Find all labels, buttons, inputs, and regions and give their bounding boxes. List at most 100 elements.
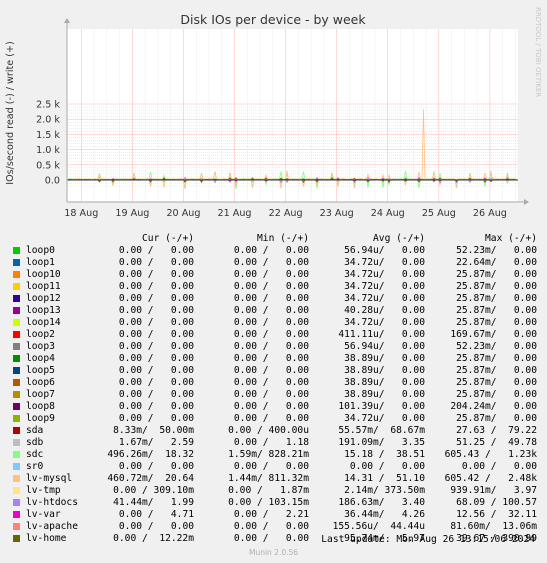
series-name: lv-mysql: [26, 473, 73, 484]
y-axis-label: IOs/second read (-) / write (+): [5, 41, 16, 185]
value-min: 0.00 / 0.00: [233, 257, 309, 268]
value-avg: 2.14m/ 373.50m: [344, 485, 425, 496]
series-name: loop12: [26, 293, 61, 304]
value-max: 25.87m/ 0.00: [456, 413, 537, 424]
col-header-cur: Cur (-/+): [142, 233, 194, 244]
series-name: sdc: [26, 449, 44, 460]
legend-swatch: [13, 511, 20, 518]
value-avg: 34.72u/ 0.00: [344, 317, 425, 328]
chart-title: Disk IOs per device - by week: [180, 12, 366, 27]
value-min: 0.00 / 2.21: [233, 509, 309, 520]
legend-row-loop7: loop7 0.00 / 0.00 0.00 / 0.00 38.89u/ 0.00 2…: [10, 389, 540, 401]
legend-row-loop2: loop2 0.00 / 0.00 0.00 / 0.00 411.11u/ 0.00…: [10, 329, 540, 341]
series-name: loop13: [26, 305, 61, 316]
value-cur: 8.33m/ 50.00m: [113, 425, 194, 436]
value-max: 0.00 / 0.00: [461, 461, 537, 472]
value-min: 0.00 / 0.00: [233, 413, 309, 424]
x-tick-label: 21 Aug: [218, 208, 252, 219]
series-name: sda: [26, 425, 44, 436]
value-avg: 56.94u/ 0.00: [344, 245, 425, 256]
legend-row-loop8: loop8 0.00 / 0.00 0.00 / 0.00 101.39u/ 0.00…: [10, 401, 540, 413]
series-name: loop7: [26, 389, 55, 400]
series-name: sdb: [26, 437, 44, 448]
col-header-avg: Avg (-/+): [373, 233, 425, 244]
legend-row-loop10: loop10 0.00 / 0.00 0.00 / 0.00 34.72u/ 0.00…: [10, 269, 540, 281]
value-avg: 38.89u/ 0.00: [344, 365, 425, 376]
series-name: loop9: [26, 413, 55, 424]
value-cur: 0.00 / 0.00: [118, 281, 194, 292]
value-max: 27.63 / 79.22: [456, 425, 537, 436]
legend-swatch: [13, 499, 20, 506]
legend-row-sr0: sr0 0.00 / 0.00 0.00 / 0.00 0.00 / 0.00 0.00…: [10, 461, 540, 473]
legend-row-loop3: loop3 0.00 / 0.00 0.00 / 0.00 56.94u/ 0.00 5…: [10, 341, 540, 353]
value-avg: 55.57m/ 68.67m: [338, 425, 425, 436]
value-avg: 38.89u/ 0.00: [344, 377, 425, 388]
legend-swatch: [13, 367, 20, 374]
value-min: 0.00 / 0.00: [233, 329, 309, 340]
legend-swatch: [13, 415, 20, 422]
legend-row-loop13: loop13 0.00 / 0.00 0.00 / 0.00 40.28u/ 0.00…: [10, 305, 540, 317]
series-name: loop14: [26, 317, 61, 328]
series-name: loop5: [26, 365, 55, 376]
value-avg: 38.89u/ 0.00: [344, 353, 425, 364]
series-name: lv-var: [26, 509, 61, 520]
legend-row-loop0: loop0 0.00 / 0.00 0.00 / 0.00 56.94u/ 0.00 5…: [10, 245, 540, 257]
value-cur: 0.00 / 0.00: [118, 329, 194, 340]
series-name: loop11: [26, 281, 61, 292]
legend-swatch: [13, 427, 20, 434]
value-min: 0.00 / 103.15m: [228, 497, 309, 508]
legend-swatch: [13, 391, 20, 398]
value-cur: 0.00 / 0.00: [118, 413, 194, 424]
value-max: 169.67m/ 0.00: [450, 329, 537, 340]
legend-row-sdb: sdb 1.67m/ 2.59 0.00 / 1.18 191.09m/ 3.35 51…: [10, 437, 540, 449]
value-max: 25.87m/ 0.00: [456, 281, 537, 292]
legend-swatch: [13, 307, 20, 314]
value-max: 25.87m/ 0.00: [456, 293, 537, 304]
value-cur: 0.00 / 0.00: [118, 317, 194, 328]
y-tick-label: 1.0 k: [36, 145, 60, 156]
value-cur: 0.00 / 12.22m: [113, 533, 194, 544]
value-cur: 0.00 / 0.00: [118, 461, 194, 472]
value-cur: 0.00 / 0.00: [118, 269, 194, 280]
value-avg: 34.72u/ 0.00: [344, 257, 425, 268]
value-cur: 460.72m/ 20.64: [107, 473, 194, 484]
value-cur: 0.00 / 0.00: [118, 377, 194, 388]
value-cur: 496.26m/ 18.32: [107, 449, 194, 460]
value-min: 0.00 / 0.00: [233, 389, 309, 400]
rrdtool-watermark: RRDTOOL / TOBI OETIKER: [534, 7, 542, 97]
y-tick-label: 1.5 k: [36, 130, 60, 141]
x-axis-arrow: [524, 199, 529, 205]
value-max: 51.25 / 49.78: [456, 437, 537, 448]
value-avg: 36.44m/ 4.26: [344, 509, 425, 520]
series-name: loop6: [26, 377, 55, 388]
value-cur: 0.00 / 0.00: [118, 341, 194, 352]
y-tick-label: 0.0: [45, 176, 60, 187]
value-max: 52.23m/ 0.00: [456, 245, 537, 256]
legend-swatch: [13, 439, 20, 446]
legend-swatch: [13, 319, 20, 326]
value-max: 939.91m/ 3.97: [450, 485, 537, 496]
legend-swatch: [13, 271, 20, 278]
value-cur: 0.00 / 0.00: [118, 257, 194, 268]
value-max: 52.23m/ 0.00: [456, 341, 537, 352]
legend-swatch: [13, 535, 20, 542]
value-min: 0.00 / 1.18: [233, 437, 309, 448]
series-name: lv-htdocs: [26, 497, 78, 508]
value-max: 25.87m/ 0.00: [456, 305, 537, 316]
value-max: 25.87m/ 0.00: [456, 269, 537, 280]
value-min: 0.00 / 0.00: [233, 293, 309, 304]
legend-row-loop5: loop5 0.00 / 0.00 0.00 / 0.00 38.89u/ 0.00 2…: [10, 365, 540, 377]
value-avg: 34.72u/ 0.00: [344, 281, 425, 292]
value-avg: 15.18 / 38.51: [344, 449, 425, 460]
x-tick-label: 18 Aug: [64, 208, 98, 219]
y-axis-arrow: [64, 18, 70, 23]
col-header-min: Min (-/+): [257, 233, 309, 244]
value-max: 12.56 / 32.11: [456, 509, 537, 520]
series-name: sr0: [26, 461, 44, 472]
legend-table: Cur (-/+) Min (-/+) Avg (-/+) Max (-/+) …: [10, 233, 540, 545]
legend-row-loop11: loop11 0.00 / 0.00 0.00 / 0.00 34.72u/ 0.00…: [10, 281, 540, 293]
legend-row-loop4: loop4 0.00 / 0.00 0.00 / 0.00 38.89u/ 0.00 2…: [10, 353, 540, 365]
value-max: 25.87m/ 0.00: [456, 377, 537, 388]
legend-rows: loop0 0.00 / 0.00 0.00 / 0.00 56.94u/ 0.00 5…: [10, 245, 540, 545]
value-min: 0.00 / 0.00: [233, 353, 309, 364]
